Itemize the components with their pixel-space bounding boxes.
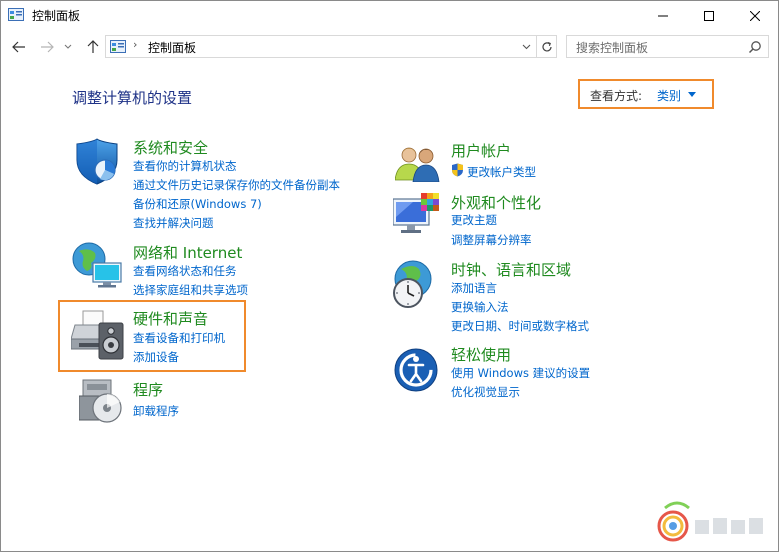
- recent-locations-button[interactable]: [62, 37, 74, 57]
- uac-shield-icon: [452, 163, 463, 177]
- arrow-up-icon: [87, 40, 99, 53]
- search-icon[interactable]: [748, 40, 762, 54]
- link-change-account-type[interactable]: 更改帐户类型: [467, 164, 536, 180]
- link-uninstall-program[interactable]: 卸载程序: [133, 403, 179, 419]
- link-backup-restore[interactable]: 备份和还原(Windows 7): [133, 196, 262, 212]
- users-icon[interactable]: [395, 144, 441, 182]
- link-change-input-method[interactable]: 更换输入法: [451, 299, 509, 315]
- arrow-left-icon: [12, 41, 25, 53]
- control-panel-icon: [8, 8, 24, 21]
- link-troubleshoot[interactable]: 查找并解决问题: [133, 215, 214, 231]
- window-title: 控制面板: [32, 9, 81, 23]
- back-button[interactable]: [9, 37, 29, 57]
- category-user-accounts-title[interactable]: 用户帐户: [451, 140, 511, 161]
- printer-speaker-icon[interactable]: [71, 309, 127, 361]
- link-view-computer-status[interactable]: 查看你的计算机状态: [133, 158, 237, 174]
- shield-icon[interactable]: [73, 138, 121, 186]
- caret-down-icon[interactable]: [688, 92, 696, 97]
- link-screen-resolution[interactable]: 调整屏幕分辨率: [451, 232, 532, 248]
- maximize-button[interactable]: [686, 1, 732, 31]
- globe-clock-icon[interactable]: [391, 259, 441, 309]
- view-by-control: 查看方式: 类别: [578, 79, 714, 109]
- navigation-bar: › 控制面板 搜索控制面板: [1, 31, 778, 63]
- link-devices-printers[interactable]: 查看设备和打印机: [133, 330, 225, 346]
- link-add-language[interactable]: 添加语言: [451, 280, 497, 296]
- category-hardware-sound-title[interactable]: 硬件和声音: [133, 308, 208, 329]
- link-network-status[interactable]: 查看网络状态和任务: [133, 263, 237, 279]
- search-input[interactable]: 搜索控制面板: [566, 35, 769, 58]
- link-change-theme[interactable]: 更改主题: [451, 212, 497, 228]
- programs-disc-icon[interactable]: [79, 378, 123, 424]
- category-ease-of-access-title[interactable]: 轻松使用: [451, 344, 511, 365]
- globe-monitor-icon[interactable]: [71, 241, 123, 289]
- title-bar[interactable]: 控制面板: [1, 1, 778, 31]
- control-panel-icon: [110, 40, 126, 53]
- view-by-label: 查看方式:: [590, 89, 643, 103]
- minimize-icon: [658, 15, 668, 17]
- link-add-device[interactable]: 添加设备: [133, 349, 179, 365]
- search-placeholder: 搜索控制面板: [576, 41, 649, 55]
- close-button[interactable]: [732, 1, 778, 31]
- breadcrumb-separator[interactable]: ›: [133, 38, 137, 51]
- breadcrumb[interactable]: 控制面板: [148, 39, 196, 56]
- watermark-logo: [657, 501, 763, 542]
- minimize-button[interactable]: [640, 1, 686, 31]
- link-windows-recommended-settings[interactable]: 使用 Windows 建议的设置: [451, 365, 590, 381]
- ease-of-access-icon[interactable]: [393, 347, 439, 393]
- display-palette-icon[interactable]: [393, 193, 441, 241]
- view-by-dropdown[interactable]: 类别: [657, 87, 681, 104]
- refresh-button[interactable]: [536, 36, 556, 57]
- category-network-internet-title[interactable]: 网络和 Internet: [133, 242, 242, 263]
- close-icon: [750, 11, 760, 21]
- page-title: 调整计算机的设置: [72, 89, 193, 107]
- arrow-right-icon: [41, 41, 54, 53]
- category-clock-language-region-title[interactable]: 时钟、语言和区域: [451, 259, 571, 280]
- address-bar[interactable]: › 控制面板: [105, 35, 557, 58]
- up-button[interactable]: [83, 37, 103, 57]
- link-change-date-time-format[interactable]: 更改日期、时间或数字格式: [451, 318, 589, 334]
- category-system-security-title[interactable]: 系统和安全: [133, 137, 208, 158]
- category-programs-title[interactable]: 程序: [133, 379, 163, 400]
- maximize-icon: [704, 11, 714, 21]
- link-homegroup-sharing[interactable]: 选择家庭组和共享选项: [133, 282, 248, 298]
- chevron-down-icon: [522, 44, 530, 49]
- refresh-icon: [541, 41, 552, 51]
- address-dropdown-button[interactable]: [518, 36, 534, 57]
- forward-button[interactable]: [37, 37, 57, 57]
- link-optimize-visual-display[interactable]: 优化视觉显示: [451, 384, 520, 400]
- category-appearance-title[interactable]: 外观和个性化: [451, 192, 541, 213]
- control-panel-window: 控制面板 › 控制面板 搜索控制面板 调整计算机的设置 查看方式: 类别 系统和…: [0, 0, 779, 552]
- chevron-down-icon: [64, 44, 72, 49]
- link-file-history-backup[interactable]: 通过文件历史记录保存你的文件备份副本: [133, 177, 340, 193]
